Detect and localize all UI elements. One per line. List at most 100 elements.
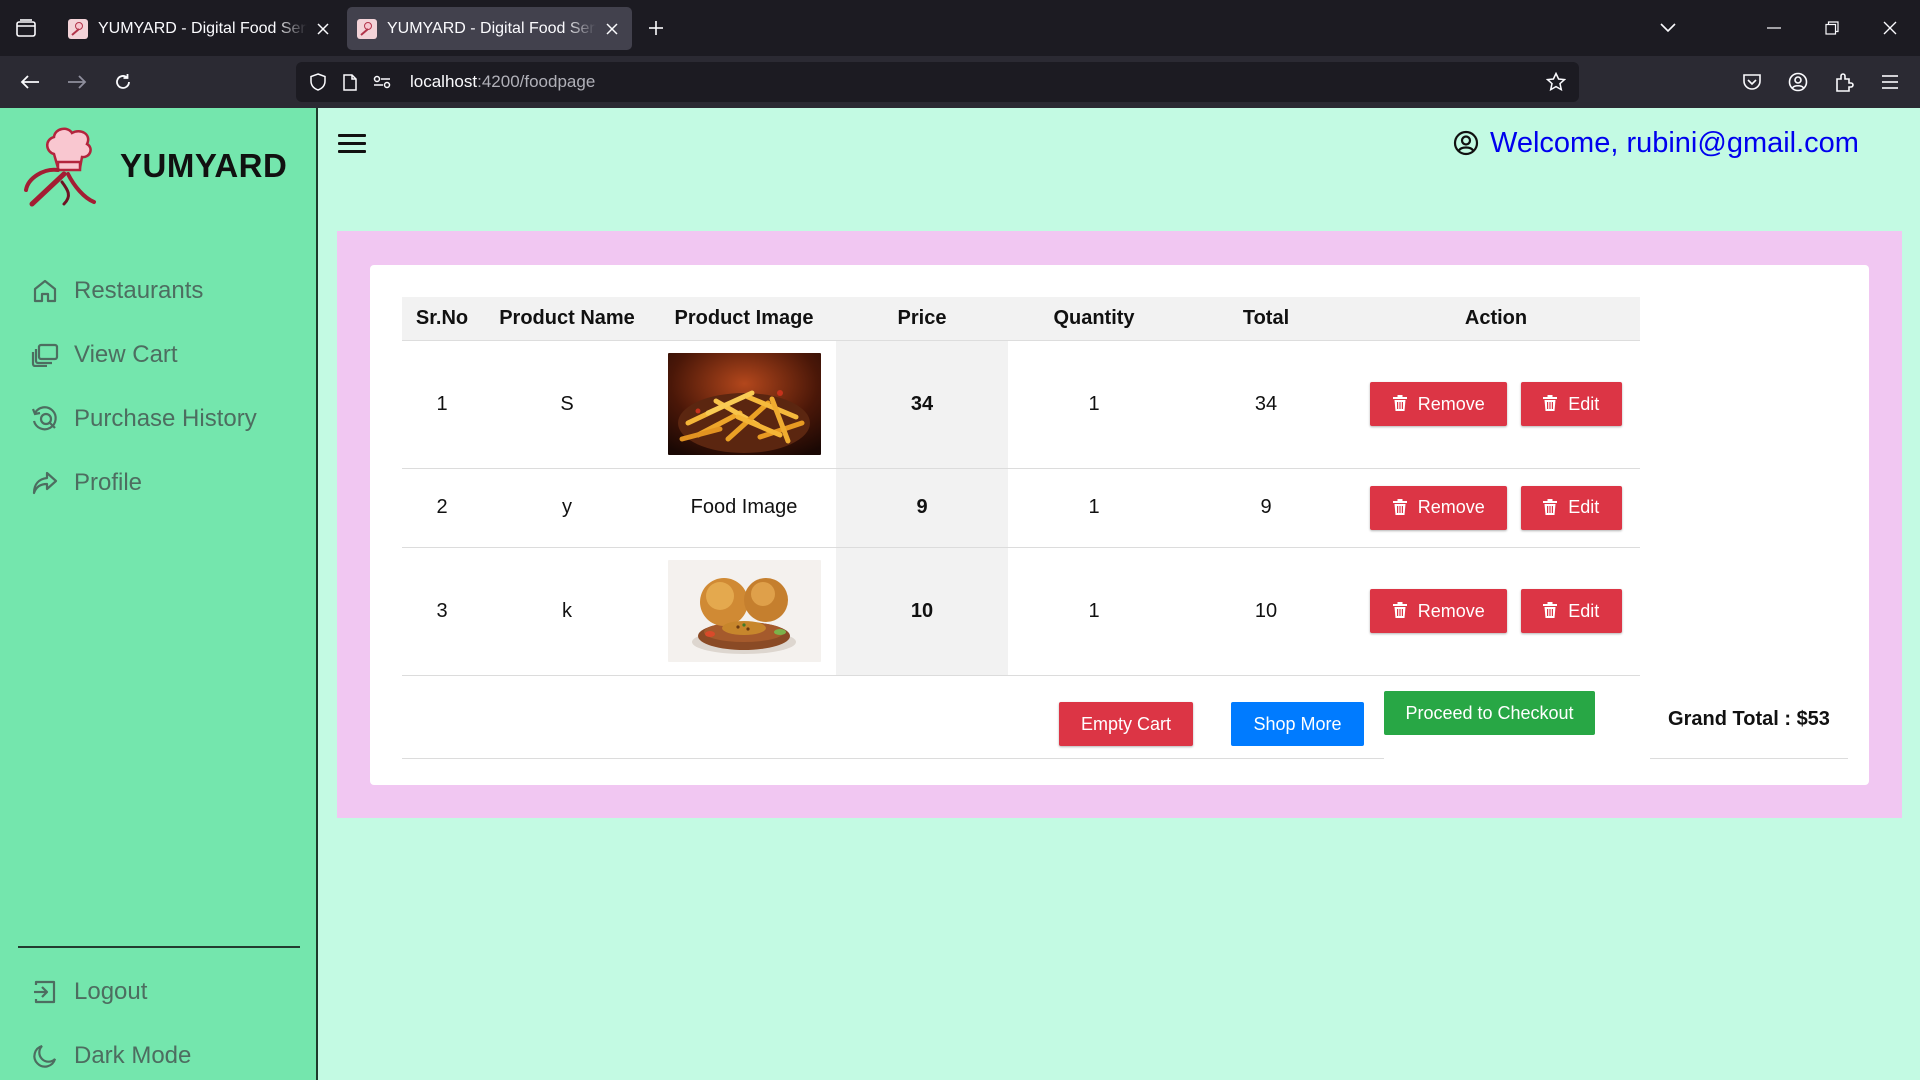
shield-icon[interactable] [306,70,330,94]
sidebar-item-label: Profile [74,469,143,496]
close-window-icon[interactable] [1876,14,1904,42]
cart-panel: Sr.No Product Name Product Image Price Q… [337,231,1902,818]
bookmark-star-icon[interactable] [1544,70,1568,94]
table-row: 2 y Food Image 9 1 9 Remove Edit [402,468,1640,548]
remove-label: Remove [1417,600,1485,621]
cell-product-image-alt: Food Image [652,468,836,548]
url-path: :4200/foodpage [477,72,596,91]
menu-icon[interactable] [1876,68,1904,96]
cell-action: Remove Edit [1352,547,1640,676]
poori-image [667,560,821,662]
share-arrow-icon [30,468,60,498]
minimize-icon[interactable] [1760,14,1788,42]
cell-price: 9 [836,468,1008,548]
remove-label: Remove [1417,497,1485,517]
url-text[interactable]: localhost:4200/foodpage [410,72,595,92]
chef-hat-logo-icon [24,127,96,207]
trash-icon [1392,602,1409,620]
sidebar-item-view-cart[interactable]: View Cart [30,335,178,375]
trash-icon [1392,498,1409,517]
sidebar-item-profile[interactable]: Profile [30,463,142,503]
sidebar-item-purchase-history[interactable]: Purchase History [30,399,257,439]
welcome-message: Welcome, rubini@gmail.com [1452,123,1859,163]
cell-total: 34 [1180,340,1352,469]
restore-window-icon[interactable] [1818,14,1846,42]
cell-srno: 1 [402,340,482,469]
page-info-icon[interactable] [338,70,362,94]
remove-button[interactable]: Remove [1370,382,1508,426]
browser-tab-2[interactable]: YUMYARD - Digital Food Service [347,7,632,50]
trash-icon [1543,395,1559,413]
column-header-action: Action [1352,297,1640,341]
edit-label: Edit [1568,393,1600,414]
cell-product-name: y [482,468,652,548]
url-host: localhost [410,72,478,91]
remove-button[interactable]: Remove [1370,589,1508,633]
account-icon[interactable] [1784,68,1812,96]
forward-arrow-icon[interactable] [63,68,91,96]
cart-footer-row: Empty Cart Shop More Proceed to Checkout [402,681,1640,761]
new-tab-plus-icon[interactable] [642,14,670,42]
fries-image [667,353,821,455]
cell-product-image [652,340,836,469]
extensions-icon[interactable] [1830,68,1858,96]
sidebar-item-logout[interactable]: Logout [30,972,147,1012]
cell-srno: 3 [402,547,482,676]
tab-list-icon[interactable] [12,14,40,42]
close-tab-icon[interactable] [313,19,333,39]
sidebar-item-label: View Cart [74,341,178,368]
tab-overflow-chevron-icon[interactable] [1654,14,1682,42]
tab-title: YUMYARD - Digital Food Service [98,19,307,37]
cell-quantity: 1 [1008,547,1180,676]
hamburger-menu-icon[interactable] [338,128,368,158]
moon-icon [30,1041,60,1071]
edit-button[interactable]: Edit [1520,382,1622,426]
sidebar-item-restaurants[interactable]: Restaurants [30,271,203,311]
welcome-text[interactable]: Welcome, rubini@gmail.com [1490,127,1859,160]
sidebar-item-label: Logout [74,978,148,1005]
sidebar-divider [18,946,300,948]
column-header-product-name: Product Name [482,297,652,341]
tab-title: YUMYARD - Digital Food Service [387,19,596,37]
edit-label: Edit [1568,497,1600,517]
back-arrow-icon[interactable] [16,68,44,96]
cell-product-name: S [482,340,652,469]
url-bar[interactable]: localhost:4200/foodpage [296,62,1579,102]
empty-cart-button[interactable]: Empty Cart [1059,702,1193,746]
table-row: 3 k 10 1 10 Remove Edit [402,547,1640,676]
cell-action: Remove Edit [1352,340,1640,469]
proceed-to-checkout-button[interactable]: Proceed to Checkout [1384,691,1595,735]
permissions-icon[interactable] [370,70,394,94]
home-icon [30,276,60,306]
browser-tab-1[interactable]: YUMYARD - Digital Food Service [58,7,343,50]
column-header-price: Price [836,297,1008,341]
close-tab-icon[interactable] [602,19,622,39]
cell-action: Remove Edit [1352,468,1640,548]
trash-icon [1543,498,1559,517]
cell-quantity: 1 [1008,340,1180,469]
sidebar-item-label: Restaurants [74,277,204,304]
cell-price: 10 [836,547,1008,676]
edit-label: Edit [1568,600,1600,621]
browser-tab-bar: YUMYARD - Digital Food Service YUMYARD -… [0,0,1920,56]
column-header-total: Total [1180,297,1352,341]
cell-price: 34 [836,340,1008,469]
sidebar: YUMYARD Restaurants View Cart Purchase H… [0,108,318,1080]
footer-spacer [1384,741,1640,761]
shop-more-button[interactable]: Shop More [1231,702,1364,746]
cart-stack-icon [30,340,60,370]
trash-icon [1392,395,1409,413]
remove-label: Remove [1417,393,1485,414]
pocket-icon[interactable] [1738,68,1766,96]
remove-button[interactable]: Remove [1370,485,1508,530]
edit-button[interactable]: Edit [1520,589,1622,633]
edit-button[interactable]: Edit [1520,485,1622,530]
cell-product-name: k [482,547,652,676]
cell-quantity: 1 [1008,468,1180,548]
cell-total: 10 [1180,547,1352,676]
reload-icon[interactable] [109,68,137,96]
cell-srno: 2 [402,468,482,548]
yumyard-favicon-icon [68,18,88,39]
logo[interactable]: YUMYARD [24,120,304,212]
sidebar-item-dark-mode[interactable]: Dark Mode [30,1036,191,1076]
